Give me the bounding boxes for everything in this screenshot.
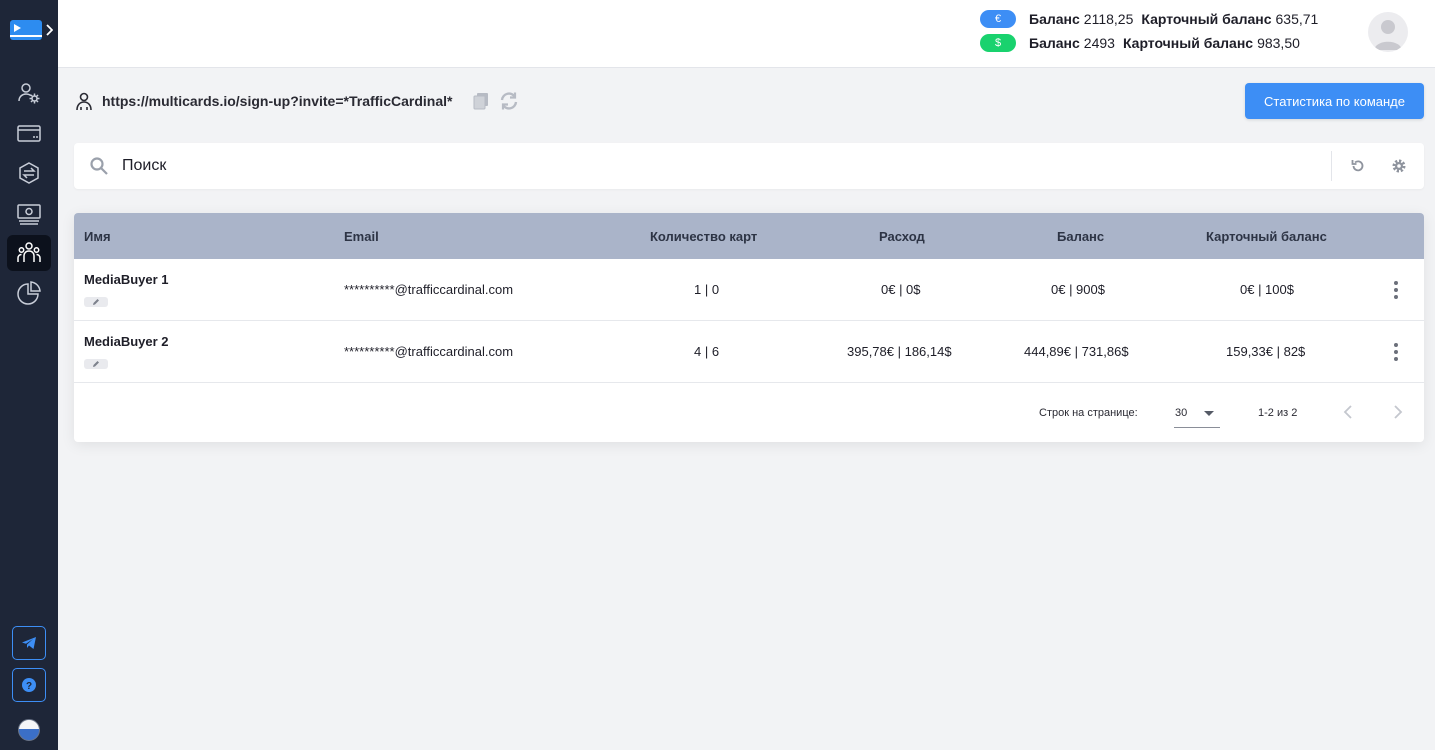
telegram-button[interactable] bbox=[12, 626, 46, 660]
team-statistics-button[interactable]: Статистика по команде bbox=[1245, 83, 1424, 119]
search-icon bbox=[90, 157, 108, 175]
reset-icon[interactable] bbox=[1350, 158, 1366, 174]
invite-url: https://multicards.io/sign-up?invite=*Tr… bbox=[102, 93, 453, 109]
gear-icon[interactable] bbox=[1391, 158, 1407, 174]
pie-chart-icon bbox=[17, 281, 41, 305]
svg-text:?: ? bbox=[26, 681, 32, 692]
card-balance-label: Карточный баланс bbox=[1141, 11, 1272, 27]
table-row[interactable]: MediaBuyer 2 **********@trafficcardinal.… bbox=[74, 321, 1424, 383]
member-name: MediaBuyer 1 bbox=[84, 272, 169, 287]
row-menu-icon[interactable] bbox=[1388, 343, 1404, 361]
cash-icon bbox=[17, 204, 41, 225]
column-header-spend[interactable]: Расход bbox=[879, 229, 925, 244]
member-email: **********@trafficcardinal.com bbox=[344, 282, 514, 297]
nav-item-statistics[interactable] bbox=[7, 275, 51, 311]
column-header-cards[interactable]: Количество карт bbox=[650, 229, 757, 244]
refresh-icon bbox=[501, 92, 518, 110]
eur-balance-row: € Баланс 2118,25 Карточный баланс 635,71 bbox=[980, 9, 1318, 29]
usd-balance-row: $ Баланс 2493 Карточный баланс 983,50 bbox=[980, 33, 1300, 53]
column-header-card-balance[interactable]: Карточный баланс bbox=[1206, 229, 1327, 244]
logo[interactable] bbox=[10, 20, 42, 40]
team-icon bbox=[17, 242, 41, 262]
column-header-email[interactable]: Email bbox=[344, 229, 379, 244]
sidebar: ? bbox=[0, 0, 58, 750]
balance-value: 444,89€ | 731,86$ bbox=[1024, 344, 1129, 359]
language-flag-icon[interactable] bbox=[18, 719, 40, 741]
settings-users-icon bbox=[18, 83, 40, 104]
telegram-icon bbox=[22, 637, 36, 649]
copy-icon bbox=[473, 93, 489, 110]
balance-value: 0€ | 900$ bbox=[1051, 282, 1105, 297]
row-menu-icon[interactable] bbox=[1388, 281, 1404, 299]
pencil-icon bbox=[93, 361, 99, 367]
card-balance-label: Карточный баланс bbox=[1122, 35, 1254, 51]
refresh-link-button[interactable] bbox=[499, 91, 519, 111]
card-balance-value: 983,50 bbox=[1257, 35, 1300, 51]
edit-tag-button[interactable] bbox=[84, 359, 108, 369]
copy-button[interactable] bbox=[473, 92, 489, 110]
nav-item-cards[interactable] bbox=[7, 115, 51, 151]
page-range: 1-2 из 2 bbox=[1258, 407, 1298, 419]
column-header-balance[interactable]: Баланс bbox=[1057, 229, 1104, 244]
card-balance-value: 0€ | 100$ bbox=[1240, 282, 1294, 297]
nav-item-cash[interactable] bbox=[7, 195, 51, 231]
column-header-name[interactable]: Имя bbox=[84, 229, 111, 244]
chevron-right-icon[interactable] bbox=[45, 24, 53, 36]
pagination: Строк на странице: 30 1-2 из 2 bbox=[74, 384, 1424, 442]
rows-per-page-label: Строк на странице: bbox=[1039, 407, 1138, 419]
card-balance-value: 635,71 bbox=[1275, 11, 1319, 27]
exchange-icon bbox=[19, 162, 39, 184]
pencil-icon bbox=[93, 299, 99, 305]
team-table: Имя Email Количество карт Расход Баланс … bbox=[74, 213, 1424, 442]
table-row[interactable]: MediaBuyer 1 **********@trafficcardinal.… bbox=[74, 259, 1424, 321]
card-balance-value: 159,33€ | 82$ bbox=[1226, 344, 1306, 359]
invite-link-row: https://multicards.io/sign-up?invite=*Tr… bbox=[74, 90, 519, 112]
cards-count: 1 | 0 bbox=[694, 282, 720, 297]
search-input[interactable] bbox=[122, 153, 1322, 179]
user-icon bbox=[1374, 20, 1402, 50]
help-icon: ? bbox=[22, 678, 36, 692]
nav-item-team[interactable] bbox=[7, 235, 51, 271]
caret-down-icon bbox=[1204, 411, 1214, 416]
cards-count: 4 | 6 bbox=[694, 344, 720, 359]
credit-card-icon bbox=[17, 125, 41, 142]
user-avatar[interactable] bbox=[1368, 12, 1408, 52]
edit-tag-button[interactable] bbox=[84, 297, 108, 307]
spend-value: 0€ | 0$ bbox=[881, 282, 921, 297]
balance-value: 2118,25 bbox=[1083, 11, 1134, 27]
balance-label: Баланс bbox=[1029, 35, 1080, 51]
chevron-left-icon[interactable] bbox=[1342, 404, 1354, 420]
dollar-badge: $ bbox=[980, 34, 1016, 52]
table-header: Имя Email Количество карт Расход Баланс … bbox=[74, 213, 1424, 259]
euro-badge: € bbox=[980, 10, 1016, 28]
person-icon bbox=[76, 92, 92, 111]
rows-per-page-select[interactable]: 30 bbox=[1174, 398, 1220, 428]
rows-per-page-value: 30 bbox=[1175, 407, 1188, 419]
divider bbox=[1331, 151, 1332, 181]
nav-item-exchange[interactable] bbox=[7, 155, 51, 191]
nav-item-settings[interactable] bbox=[7, 75, 51, 111]
member-name: MediaBuyer 2 bbox=[84, 334, 169, 349]
search-bar bbox=[74, 143, 1424, 189]
header: € Баланс 2118,25 Карточный баланс 635,71… bbox=[58, 0, 1435, 68]
balance-value: 2493 bbox=[1083, 35, 1115, 51]
balance-label: Баланс bbox=[1029, 11, 1080, 27]
member-email: **********@trafficcardinal.com bbox=[344, 344, 514, 359]
chevron-right-icon[interactable] bbox=[1392, 404, 1404, 420]
help-button[interactable]: ? bbox=[12, 668, 46, 702]
spend-value: 395,78€ | 186,14$ bbox=[847, 344, 952, 359]
